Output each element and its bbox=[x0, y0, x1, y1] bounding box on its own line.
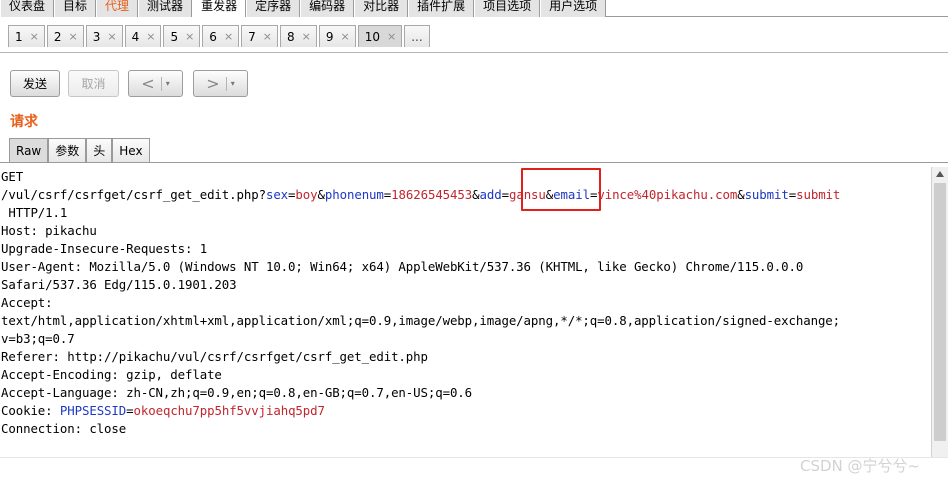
header-upgrade: Upgrade-Insecure-Requests: 1 bbox=[1, 241, 208, 256]
repeater-tab-label: 9 bbox=[325, 29, 334, 44]
scroll-up-icon[interactable] bbox=[936, 171, 944, 177]
repeater-tab-2[interactable]: 2 × bbox=[46, 25, 84, 47]
repeater-tab-4[interactable]: 4 × bbox=[124, 25, 162, 47]
repeater-tab-bar: 1 × 2 × 3 × 4 × 5 × 6 × 7 × 8 × 9 × 10 × ... bbox=[0, 17, 948, 53]
tab-sequencer[interactable]: 定序器 bbox=[246, 0, 301, 17]
repeater-tab-1[interactable]: 1 × bbox=[8, 25, 45, 47]
request-protocol: HTTP/1.1 bbox=[1, 205, 68, 220]
param-key: submit bbox=[744, 187, 789, 202]
close-icon[interactable]: × bbox=[30, 30, 39, 43]
repeater-tab-label: 6 bbox=[209, 29, 217, 44]
param-key: add bbox=[479, 187, 502, 202]
repeater-tab-9[interactable]: 9 × bbox=[318, 25, 356, 47]
repeater-tab-label: 8 bbox=[287, 29, 295, 44]
close-icon[interactable]: × bbox=[69, 30, 78, 43]
repeater-tab-label: 3 bbox=[92, 29, 101, 44]
tab-repeater[interactable]: 重发器 bbox=[192, 0, 247, 17]
tool-tab-bar: 仪表盘 目标 代理 测试器 重发器 定序器 编码器 对比器 插件扩展 项目选项 … bbox=[0, 0, 948, 17]
new-tab-button[interactable]: ... bbox=[404, 25, 430, 47]
header-accept-value: text/html,application/xhtml+xml,applicat… bbox=[1, 313, 841, 328]
request-method: GET bbox=[1, 169, 24, 184]
chevron-left-icon: < bbox=[141, 74, 155, 93]
tab-raw[interactable]: Raw bbox=[9, 138, 49, 162]
repeater-tab-7[interactable]: 7 × bbox=[241, 25, 279, 47]
param-value: 18626545453 bbox=[391, 187, 473, 202]
close-icon[interactable]: × bbox=[185, 30, 194, 43]
param-key: phonenum bbox=[324, 187, 384, 202]
repeater-tab-8[interactable]: 8 × bbox=[280, 25, 317, 47]
close-icon[interactable]: × bbox=[341, 30, 350, 43]
param-value: boy bbox=[295, 187, 318, 202]
header-language: Accept-Language: zh-CN,zh;q=0.9,en;q=0.8… bbox=[1, 385, 473, 400]
repeater-tab-label: 4 bbox=[131, 29, 140, 44]
param-value: vince%40pikachu.com bbox=[597, 187, 738, 202]
chevron-right-icon: > bbox=[206, 74, 220, 93]
forward-button[interactable]: > ▾ bbox=[193, 70, 248, 97]
tab-target[interactable]: 目标 bbox=[54, 0, 97, 17]
header-accept-value-cont: v=b3;q=0.7 bbox=[1, 331, 75, 346]
header-referer: Referer: http://pikachu/vul/csrf/csrfget… bbox=[1, 349, 428, 364]
repeater-tab-label: 2 bbox=[53, 29, 62, 44]
close-icon[interactable]: × bbox=[302, 30, 311, 43]
divider bbox=[160, 76, 162, 91]
watermark: CSDN @宁兮兮~ bbox=[800, 457, 921, 475]
repeater-tab-label: 1 bbox=[15, 29, 23, 44]
close-icon[interactable]: × bbox=[387, 30, 396, 43]
cookie-value: okoeqchu7pp5hf5vvjiahq5pd7 bbox=[133, 403, 325, 418]
tab-proxy[interactable]: 代理 bbox=[96, 0, 139, 17]
tab-comparer[interactable]: 对比器 bbox=[354, 0, 409, 17]
tab-bar-filler bbox=[606, 0, 948, 16]
repeater-tab-3[interactable]: 3 × bbox=[85, 25, 123, 47]
close-icon[interactable]: × bbox=[107, 30, 116, 43]
close-icon[interactable]: × bbox=[146, 30, 155, 43]
cookie-key: PHPSESSID bbox=[59, 403, 127, 418]
repeater-tab-label: 10 bbox=[364, 29, 381, 44]
send-label: 发送 bbox=[22, 77, 47, 91]
tab-decoder[interactable]: 编码器 bbox=[300, 0, 355, 17]
send-button[interactable]: 发送 bbox=[10, 70, 60, 97]
param-key: sex bbox=[265, 187, 289, 202]
header-user-agent: User-Agent: Mozilla/5.0 (Windows NT 10.0… bbox=[1, 259, 804, 274]
tab-intruder[interactable]: 测试器 bbox=[138, 0, 193, 17]
close-icon[interactable]: × bbox=[224, 30, 233, 43]
scrollbar-thumb[interactable] bbox=[934, 183, 946, 441]
tab-project-options[interactable]: 项目选项 bbox=[474, 0, 541, 17]
header-encoding: Accept-Encoding: gzip, deflate bbox=[1, 367, 222, 382]
header-connection: Connection: close bbox=[1, 421, 127, 436]
request-heading: 请求 bbox=[10, 114, 38, 130]
cancel-label: 取消 bbox=[81, 77, 106, 91]
back-button[interactable]: < ▾ bbox=[128, 70, 183, 97]
repeater-tab-label: 5 bbox=[170, 29, 179, 44]
cancel-button[interactable]: 取消 bbox=[68, 70, 119, 97]
header-cookie: Cookie: bbox=[1, 403, 60, 418]
request-view-tabs: Raw 参数 头 Hex bbox=[9, 138, 150, 162]
vertical-scrollbar[interactable] bbox=[931, 167, 948, 457]
tab-user-options[interactable]: 用户选项 bbox=[540, 0, 607, 17]
chevron-down-icon[interactable]: ▾ bbox=[231, 79, 235, 88]
repeater-tab-5[interactable]: 5 × bbox=[163, 25, 201, 47]
tab-dashboard[interactable]: 仪表盘 bbox=[0, 0, 55, 17]
header-host: Host: pikachu bbox=[1, 223, 97, 238]
close-icon[interactable]: × bbox=[263, 30, 272, 43]
header-user-agent-cont: Safari/537.36 Edg/115.0.1901.203 bbox=[1, 277, 237, 292]
chevron-down-icon[interactable]: ▾ bbox=[166, 79, 170, 88]
raw-request-editor[interactable]: GET /vul/csrf/csrfget/csrf_get_edit.php?… bbox=[0, 163, 931, 457]
request-path: /vul/csrf/csrfget/csrf_get_edit.php? bbox=[1, 187, 266, 202]
header-accept: Accept: bbox=[1, 295, 53, 310]
tab-params[interactable]: 参数 bbox=[48, 138, 87, 162]
divider bbox=[225, 76, 227, 91]
tab-headers[interactable]: 头 bbox=[86, 138, 113, 162]
tab-extender[interactable]: 插件扩展 bbox=[408, 0, 475, 17]
tab-hex[interactable]: Hex bbox=[112, 138, 150, 162]
param-value: submit bbox=[796, 187, 841, 202]
highlight-annotation bbox=[521, 168, 601, 211]
repeater-tab-10[interactable]: 10 × bbox=[357, 25, 403, 47]
repeater-tab-6[interactable]: 6 × bbox=[202, 25, 240, 47]
repeater-tab-label: 7 bbox=[248, 29, 256, 44]
